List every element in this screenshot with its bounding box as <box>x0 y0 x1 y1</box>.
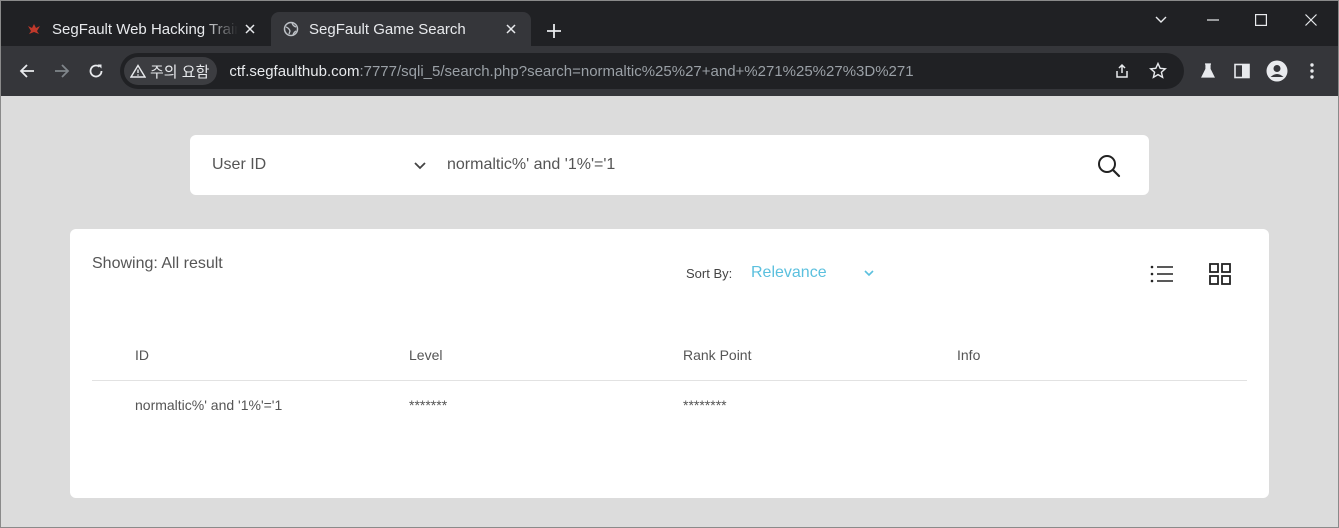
tab-search-button[interactable] <box>1141 6 1181 34</box>
results-summary: Showing: All result <box>92 255 223 272</box>
segfault-logo-icon <box>26 21 42 37</box>
labs-button[interactable] <box>1194 57 1222 85</box>
close-tab-icon[interactable] <box>499 17 523 41</box>
table-row: normaltic%' and '1%'='1 ******* ******** <box>92 392 1247 422</box>
sort-select[interactable]: Relevance <box>751 264 827 282</box>
reload-icon <box>89 64 103 78</box>
tab-title: SegFault Web Hacking Training <box>52 20 238 38</box>
url-host: ctf.segfaulthub.com <box>229 62 360 80</box>
chevron-down-icon[interactable] <box>862 266 876 280</box>
flask-icon <box>1201 63 1215 78</box>
close-tab-icon[interactable] <box>238 17 262 41</box>
search-icon <box>1098 155 1121 178</box>
tab-title: SegFault Game Search <box>309 20 466 38</box>
browser-toolbar: 주의 요함 ctf.segfaulthub.com:7777/sqli_5/se… <box>0 46 1339 96</box>
search-field-select[interactable]: User ID <box>212 135 266 195</box>
url-text[interactable]: ctf.segfaulthub.com:7777/sqli_5/search.p… <box>229 63 913 80</box>
chevron-down-icon[interactable] <box>412 157 428 173</box>
column-header-level: Level <box>409 347 443 363</box>
forward-button[interactable] <box>48 57 76 85</box>
grid-view-button[interactable] <box>1208 262 1232 286</box>
browser-titlebar: SegFault Web Hacking Training SegFault G… <box>0 0 1339 46</box>
security-label: 주의 요함 <box>150 63 210 81</box>
security-chip[interactable]: 주의 요함 <box>124 57 218 85</box>
search-bar: User ID <box>190 135 1149 195</box>
search-field-label: User ID <box>212 156 267 173</box>
page-content: User ID Showing: All result Sort By: Rel… <box>0 96 1339 528</box>
column-header-info: Info <box>957 347 981 363</box>
back-button[interactable] <box>13 57 41 85</box>
minimize-button[interactable] <box>1193 6 1233 34</box>
side-panel-button[interactable] <box>1228 57 1256 85</box>
cell-rank-point: ******** <box>683 397 727 413</box>
address-bar[interactable]: 주의 요함 ctf.segfaulthub.com:7777/sqli_5/se… <box>120 53 1184 89</box>
arrow-left-icon <box>19 64 34 78</box>
cell-id: normaltic%' and '1%'='1 <box>135 397 283 413</box>
more-vertical-icon <box>1310 63 1314 79</box>
grid-view-icon <box>1209 263 1231 285</box>
tab-segfault-training[interactable]: SegFault Web Hacking Training <box>14 12 270 46</box>
warning-triangle-icon <box>130 64 146 78</box>
maximize-button[interactable] <box>1241 6 1281 34</box>
avatar-icon <box>1266 60 1288 82</box>
side-panel-icon <box>1234 63 1250 79</box>
reload-button[interactable] <box>82 57 110 85</box>
column-header-rank-point: Rank Point <box>683 347 752 363</box>
minimize-icon <box>1207 19 1219 21</box>
sort-label: Sort By: <box>686 266 733 281</box>
url-path: :7777/sqli_5/search.php?search=normaltic… <box>359 62 914 80</box>
search-button[interactable] <box>1096 153 1122 179</box>
column-header-id: ID <box>135 347 149 363</box>
results-panel: Showing: All result Sort By: Relevance I… <box>70 229 1269 498</box>
plus-icon <box>547 24 561 38</box>
search-input[interactable] <box>447 145 1067 185</box>
list-view-button[interactable] <box>1149 262 1175 286</box>
star-icon <box>1149 62 1167 79</box>
profile-button[interactable] <box>1263 57 1291 85</box>
table-header: ID Level Rank Point Info <box>92 339 1247 381</box>
cell-level: ******* <box>409 397 448 413</box>
tab-segfault-game-search[interactable]: SegFault Game Search <box>271 12 531 46</box>
menu-button[interactable] <box>1298 57 1326 85</box>
share-button[interactable] <box>1108 57 1136 85</box>
new-tab-button[interactable] <box>540 17 568 45</box>
list-view-icon <box>1150 265 1173 283</box>
maximize-icon <box>1255 14 1267 26</box>
share-icon <box>1116 63 1128 78</box>
arrow-right-icon <box>55 64 70 78</box>
close-window-button[interactable] <box>1291 6 1331 34</box>
bookmark-button[interactable] <box>1144 57 1172 85</box>
globe-icon <box>283 21 299 37</box>
chevron-down-icon <box>1155 16 1167 23</box>
close-icon <box>1305 14 1317 26</box>
